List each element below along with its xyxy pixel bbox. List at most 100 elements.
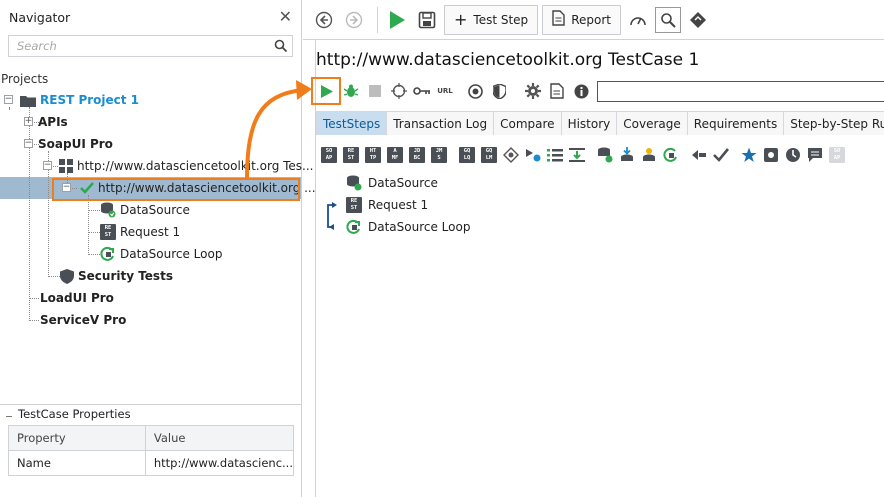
tab-compare[interactable]: Compare — [493, 111, 562, 135]
collapse-icon[interactable]: − — [62, 183, 71, 192]
datasource-icon — [346, 175, 362, 191]
collapse-icon[interactable]: − — [4, 95, 13, 104]
step-label: Request 1 — [368, 198, 429, 212]
search-icon[interactable] — [270, 36, 292, 56]
tree-item-label: http://www.datasciencetoolkit.org Tes... — [77, 159, 314, 173]
add-loop-step-icon[interactable] — [662, 146, 680, 164]
close-icon[interactable]: ✕ — [279, 9, 292, 25]
key-icon[interactable] — [412, 80, 432, 102]
plus-icon: + — [454, 9, 468, 29]
main-toolbar: + Test Step Report — [303, 0, 884, 40]
collapse-icon[interactable]: − — [43, 161, 52, 170]
tab-step-by-step-run[interactable]: Step-by-Step Run — [783, 111, 884, 135]
run-icon[interactable] — [384, 7, 410, 33]
search-input[interactable] — [9, 36, 270, 56]
tree-item-test-suite[interactable]: − http://www.datasciencetoolkit.org Tes.… — [43, 155, 314, 177]
add-star-step-icon[interactable] — [740, 146, 758, 164]
minimize-icon[interactable] — [6, 411, 12, 417]
gear-icon[interactable] — [522, 80, 544, 102]
add-more-step-icon[interactable]: SO AP — [828, 146, 846, 164]
stop-icon[interactable] — [364, 80, 386, 102]
column-header-value[interactable]: Value — [144, 425, 295, 451]
rest-request-icon: RE ST — [100, 224, 116, 240]
navigator-title: Navigator — [9, 9, 71, 25]
add-graphql-query-step-icon[interactable]: GQ LQ — [458, 146, 476, 164]
tree-item-servicev-pro[interactable]: ServiceV Pro — [40, 309, 126, 331]
back-icon[interactable] — [311, 7, 337, 33]
check-icon — [80, 182, 94, 194]
collapse-icon[interactable]: − — [24, 139, 33, 148]
loop-icon — [100, 246, 116, 262]
info-icon[interactable] — [570, 80, 592, 102]
tree-item-apis[interactable]: + APIs — [24, 111, 68, 133]
column-header-property[interactable]: Property — [8, 425, 146, 451]
add-jms-step-icon[interactable]: JM S — [430, 146, 448, 164]
list-item[interactable]: DataSource — [346, 172, 438, 194]
add-assertion-step-icon[interactable] — [712, 146, 730, 164]
tab-teststeps[interactable]: TestSteps — [316, 111, 388, 135]
add-test-step-label: Test Step — [473, 12, 529, 27]
inspect-icon[interactable] — [654, 6, 681, 33]
debug-icon[interactable] — [340, 80, 362, 102]
shield-icon — [60, 268, 74, 284]
table-row[interactable]: Name http://www.datascienc... — [8, 450, 295, 476]
list-item[interactable]: DataSource Loop — [346, 216, 470, 238]
report-label: Report — [571, 12, 611, 27]
security-shield-icon[interactable] — [488, 80, 510, 102]
tree-item-loadui-pro[interactable]: LoadUI Pro — [40, 287, 114, 309]
property-value-cell[interactable]: http://www.datascienc... — [144, 450, 295, 476]
test-case-title: http://www.datasciencetoolkit.org TestCa… — [316, 50, 700, 70]
tree-item-label: REST Project 1 — [40, 93, 140, 107]
tree-item-datasource[interactable]: DataSource — [100, 199, 190, 221]
add-comment-step-icon[interactable] — [806, 146, 824, 164]
add-datasource-step-icon[interactable] — [596, 146, 614, 164]
tree-item-request[interactable]: RE ST Request 1 — [100, 221, 180, 243]
report-button[interactable]: Report — [542, 4, 621, 35]
tab-requirements[interactable]: Requirements — [686, 111, 785, 135]
add-jdbc-step-icon[interactable]: JD BC — [408, 146, 426, 164]
gauge-icon[interactable] — [625, 7, 651, 33]
tree-item-security-tests[interactable]: Security Tests — [60, 265, 173, 287]
test-suite-icon — [59, 159, 73, 173]
table-header-row: Property Value — [8, 425, 295, 451]
test-steps-toolbar: SO AP RE ST HT TP A MF JD BC JM S GQ LQ GQ LM — [320, 144, 880, 166]
tree-item-test-case[interactable]: − http://www.datasciencetoolkit.org ... — [62, 177, 316, 199]
tab-transaction-log[interactable]: Transaction Log — [386, 111, 495, 135]
add-script-step-icon[interactable] — [762, 146, 780, 164]
endpoint-input[interactable] — [597, 81, 884, 102]
tree-item-project[interactable]: − REST Project 1 — [4, 89, 139, 111]
target-icon[interactable] — [464, 80, 486, 102]
tree-item-label: SoapUI Pro — [38, 137, 113, 151]
save-icon[interactable] — [414, 7, 440, 33]
tab-coverage[interactable]: Coverage — [616, 111, 688, 135]
property-name-cell[interactable]: Name — [8, 450, 146, 476]
run-test-case-icon[interactable] — [316, 80, 338, 102]
add-delay-step-icon[interactable] — [784, 146, 802, 164]
add-flow-step-icon[interactable] — [524, 146, 542, 164]
add-graphql-mutation-step-icon[interactable]: GQ LM — [480, 146, 498, 164]
forward-icon[interactable] — [341, 7, 367, 33]
tree-item-label: DataSource Loop — [120, 247, 223, 261]
url-icon[interactable]: URL — [434, 80, 456, 102]
add-graph-step-icon[interactable] — [502, 146, 520, 164]
expand-icon[interactable]: + — [24, 117, 33, 126]
toolbar-separator — [377, 6, 378, 33]
add-transfer-step-icon[interactable] — [568, 146, 586, 164]
tree-item-soapui-pro[interactable]: − SoapUI Pro — [24, 133, 113, 155]
add-test-step-button[interactable]: + Test Step — [444, 4, 539, 35]
list-item[interactable]: RE ST Request 1 — [346, 194, 428, 216]
add-properties-step-icon[interactable] — [546, 146, 564, 164]
add-rest-step-icon[interactable]: RE ST — [342, 146, 360, 164]
diamond-icon[interactable] — [685, 7, 711, 33]
add-conditional-goto-icon[interactable] — [690, 146, 708, 164]
document-icon[interactable] — [546, 80, 568, 102]
rest-request-icon: RE ST — [346, 197, 362, 213]
tree-item-datasource-loop[interactable]: DataSource Loop — [100, 243, 222, 265]
add-datasink-step-icon[interactable] — [618, 146, 636, 164]
add-amf-step-icon[interactable]: A MF — [386, 146, 404, 164]
add-soap-step-icon[interactable]: SO AP — [320, 146, 338, 164]
loop-run-icon[interactable] — [388, 80, 410, 102]
add-datagen-step-icon[interactable] — [640, 146, 658, 164]
add-http-step-icon[interactable]: HT TP — [364, 146, 382, 164]
tab-history[interactable]: History — [560, 111, 618, 135]
